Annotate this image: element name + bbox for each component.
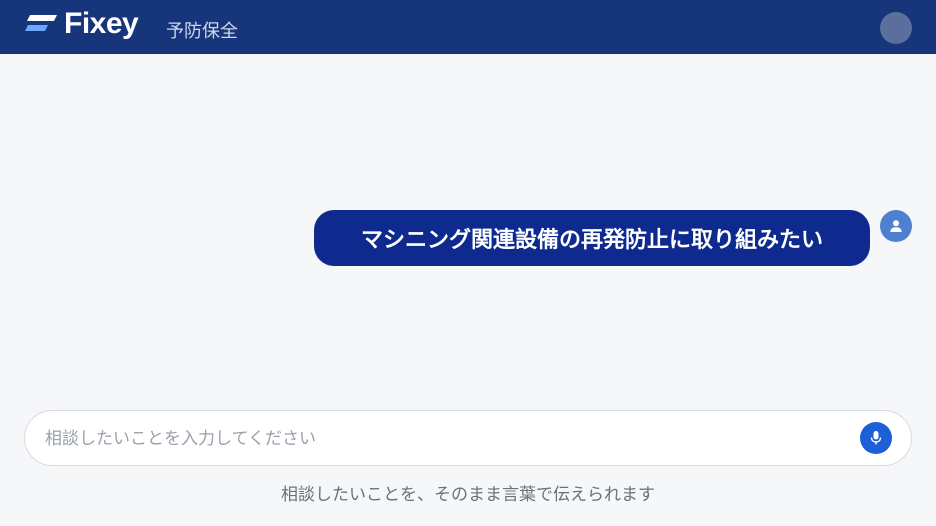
microphone-button[interactable] <box>860 422 892 454</box>
user-icon <box>880 210 912 242</box>
app-root: Fixey 予防保全 マシニング関連設備の再発防止に取り組みたい 相談したいこと… <box>0 0 936 526</box>
account-avatar[interactable] <box>880 12 912 44</box>
section-title: 予防保全 <box>166 21 238 42</box>
user-message-bubble: マシニング関連設備の再発防止に取り組みたい <box>314 210 870 266</box>
message-input[interactable] <box>45 425 845 453</box>
top-bar: Fixey 予防保全 <box>0 0 936 54</box>
fixey-logo-icon <box>25 15 57 31</box>
user-message-text: マシニング関連設備の再発防止に取り組みたい <box>360 228 823 253</box>
message-composer <box>24 410 912 466</box>
brand-name[interactable]: Fixey <box>64 7 139 41</box>
microphone-icon <box>870 431 882 445</box>
composer-hint: 相談したいことを、そのまま言葉で伝えられます <box>281 485 655 505</box>
